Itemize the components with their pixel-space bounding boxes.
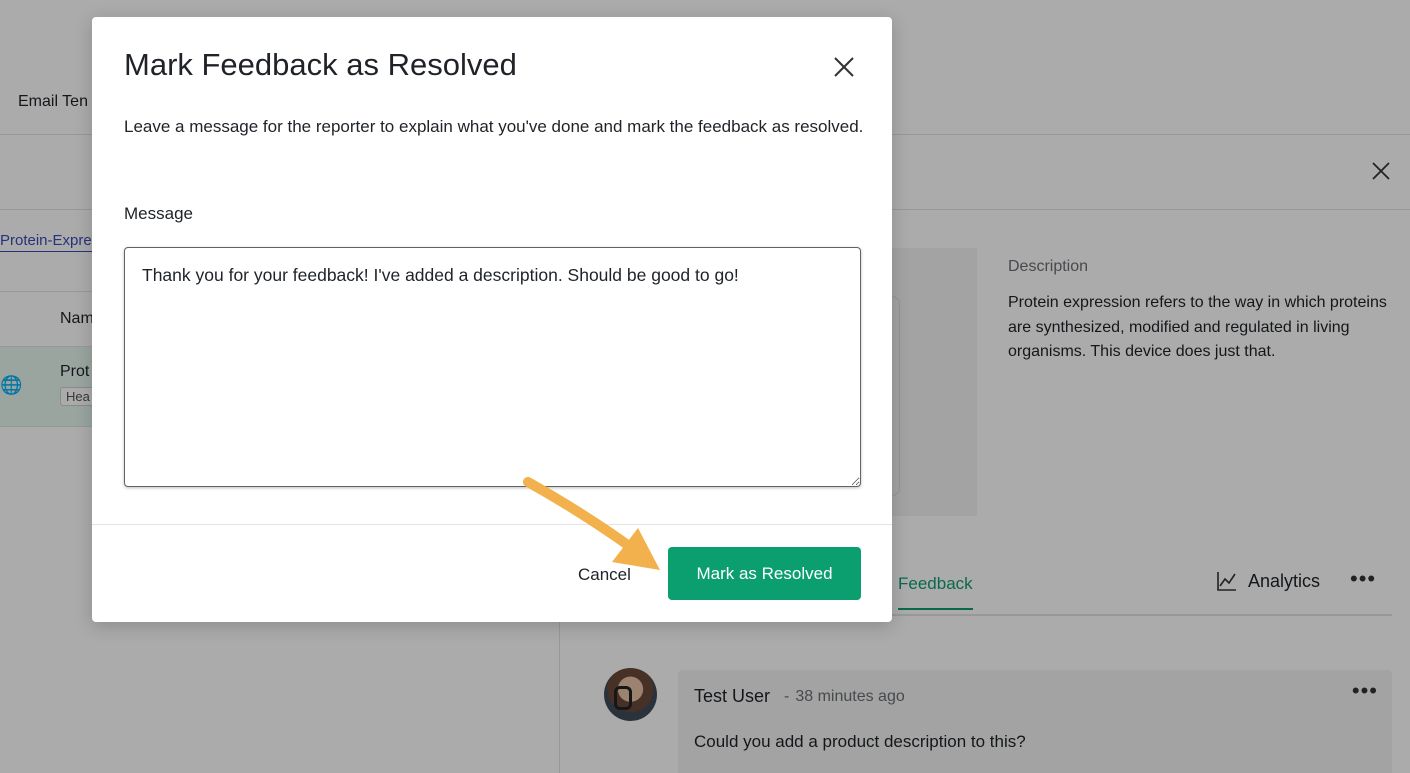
dialog-description: Leave a message for the reporter to expl… [124, 117, 864, 136]
mark-as-resolved-button[interactable]: Mark as Resolved [668, 547, 861, 600]
message-textarea[interactable]: Thank you for your feedback! I've added … [124, 247, 861, 487]
message-label: Message [124, 204, 193, 223]
dialog-footer: Cancel Mark as Resolved [92, 524, 892, 622]
dialog-title: Mark Feedback as Resolved [124, 47, 517, 82]
close-icon[interactable] [832, 55, 856, 79]
resolve-feedback-dialog: Mark Feedback as Resolved Leave a messag… [92, 17, 892, 622]
cancel-button[interactable]: Cancel [578, 565, 631, 585]
